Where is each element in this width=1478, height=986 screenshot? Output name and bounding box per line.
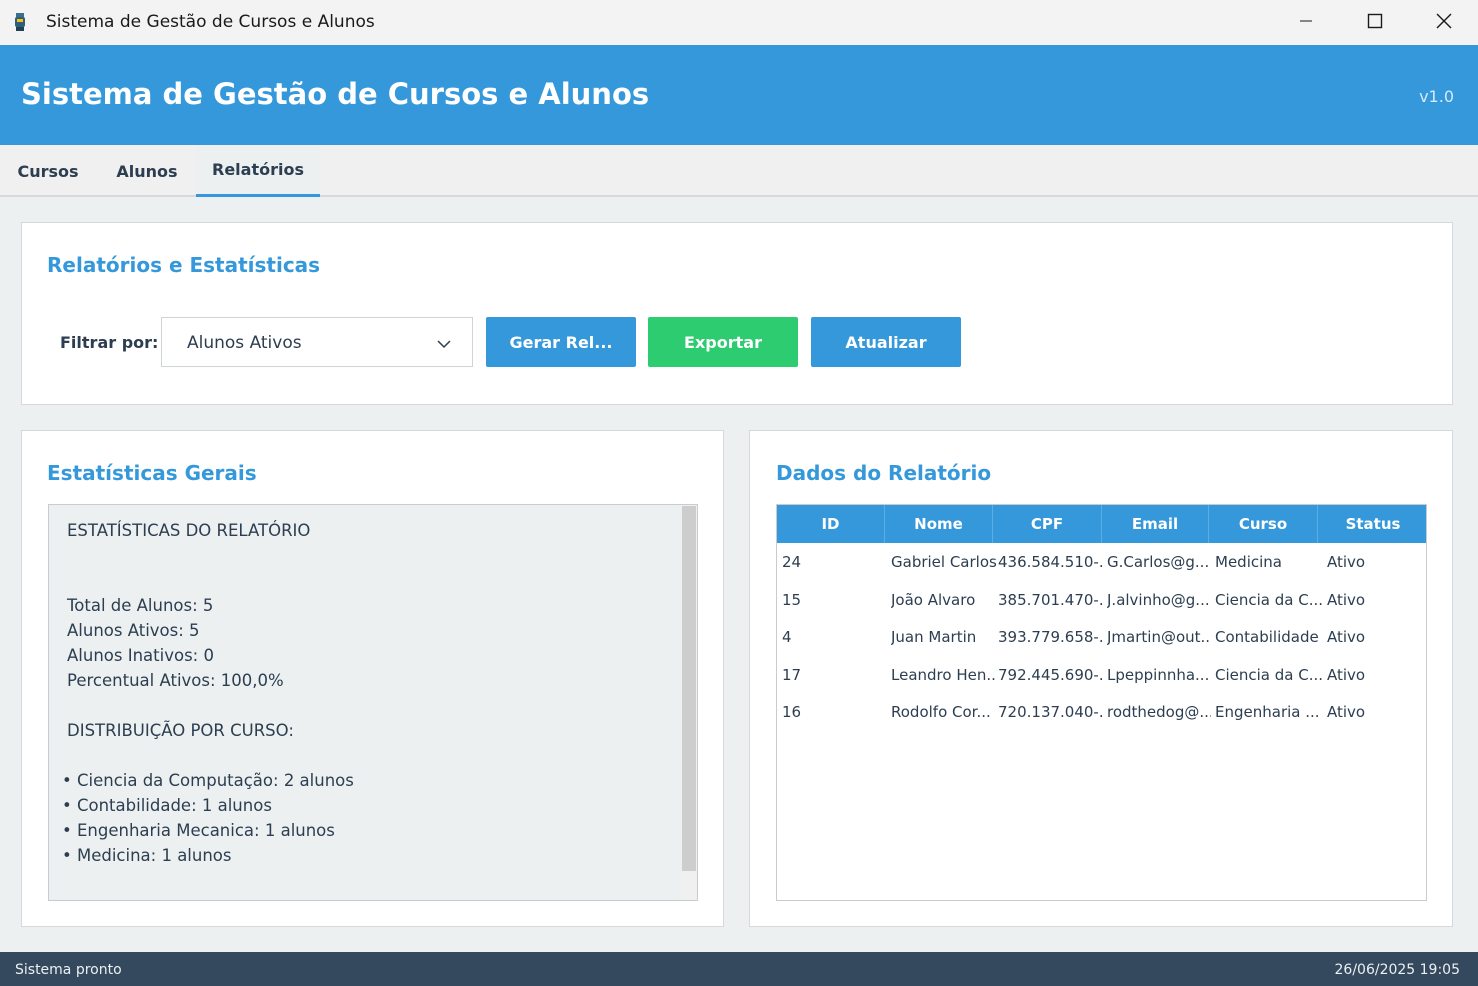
statistics-title: Estatísticas Gerais — [47, 461, 257, 485]
cell-curso: Engenharia ... — [1215, 702, 1320, 721]
statistics-scrollbar[interactable] — [681, 505, 697, 900]
cell-nome: Juan Martin — [891, 627, 977, 646]
cell-curso: Medicina — [1215, 552, 1282, 571]
column-header-status[interactable]: Status — [1318, 505, 1426, 543]
minimize-icon — [1299, 13, 1313, 32]
cell-email: G.Carlos@g... — [1107, 552, 1210, 571]
statistics-panel: Estatísticas Gerais ESTATÍSTICAS DO RELA… — [21, 430, 724, 927]
cell-email: Lpeppinnha... — [1107, 665, 1210, 684]
cell-id: 17 — [782, 665, 802, 684]
app-header: Sistema de Gestão de Cursos e Alunos v1.… — [0, 45, 1478, 145]
stats-distribution-heading: DISTRIBUIÇÃO POR CURSO: — [67, 721, 294, 740]
report-data-title: Dados do Relatório — [776, 461, 992, 485]
maximize-button[interactable] — [1340, 0, 1409, 45]
app-title: Sistema de Gestão de Cursos e Alunos — [21, 77, 650, 111]
generate-report-button[interactable]: Gerar Rel... — [486, 317, 636, 367]
stats-active: Alunos Ativos: 5 — [67, 621, 200, 640]
table-row[interactable]: 16 Rodolfo Cor... 720.137.040-... rodthedog… — [777, 693, 1426, 730]
cell-cpf: 720.137.040-... — [998, 702, 1103, 721]
report-table: ID Nome CPF Email Curso Status 24 Gabriel… — [776, 504, 1427, 901]
export-button[interactable]: Exportar — [648, 317, 798, 367]
column-header-email[interactable]: Email — [1102, 505, 1209, 543]
close-icon — [1436, 13, 1452, 33]
cell-email: J.alvinho@g... — [1107, 590, 1210, 609]
report-controls-panel: Relatórios e Estatísticas Filtrar por: A… — [21, 222, 1453, 405]
filter-select[interactable]: Alunos Ativos — [161, 317, 473, 367]
column-header-id[interactable]: ID — [777, 505, 885, 543]
table-row[interactable]: 15 João Alvaro 385.701.470-... J.alvinho@g.… — [777, 581, 1426, 618]
cell-curso: Ciencia da C... — [1215, 590, 1323, 609]
stats-total: Total de Alunos: 5 — [67, 596, 214, 615]
minimize-button[interactable] — [1271, 0, 1340, 45]
cell-email: rodthedog@... — [1107, 702, 1211, 721]
refresh-button[interactable]: Atualizar — [811, 317, 961, 367]
tab-cursos[interactable]: Cursos — [0, 145, 96, 197]
table-row[interactable]: 17 Leandro Hen... 792.445.690-... Lpeppinnh… — [777, 656, 1426, 693]
window-titlebar: Sistema de Gestão de Cursos e Alunos — [0, 0, 1478, 45]
app-icon — [12, 12, 28, 32]
cell-curso: Contabilidade — [1215, 627, 1319, 646]
status-datetime: 26/06/2025 19:05 — [1334, 962, 1461, 978]
stats-course-item: • Contabilidade: 1 alunos — [62, 796, 272, 815]
statistics-textarea[interactable]: ESTATÍSTICAS DO RELATÓRIO Total de Aluno… — [48, 504, 698, 901]
column-header-curso[interactable]: Curso — [1209, 505, 1318, 543]
close-button[interactable] — [1409, 0, 1478, 45]
cell-email: Jmartin@out... — [1107, 627, 1211, 646]
cell-id: 16 — [782, 702, 802, 721]
tab-alunos[interactable]: Alunos — [96, 145, 198, 197]
stats-course-item: • Ciencia da Computação: 2 alunos — [62, 771, 354, 790]
cell-status: Ativo — [1327, 590, 1366, 609]
cell-cpf: 436.584.510-... — [998, 552, 1103, 571]
column-header-nome[interactable]: Nome — [885, 505, 993, 543]
cell-cpf: 393.779.658-... — [998, 627, 1103, 646]
cell-id: 24 — [782, 552, 802, 571]
cell-status: Ativo — [1327, 702, 1366, 721]
cell-nome: Leandro Hen... — [891, 665, 996, 684]
table-row[interactable]: 4 Juan Martin 393.779.658-... Jmartin@out..… — [777, 618, 1426, 655]
status-bar: Sistema pronto 26/06/2025 19:05 — [0, 952, 1478, 986]
cell-status: Ativo — [1327, 627, 1366, 646]
filter-label: Filtrar por: — [60, 333, 159, 352]
stats-heading: ESTATÍSTICAS DO RELATÓRIO — [67, 521, 311, 540]
status-message: Sistema pronto — [15, 962, 122, 978]
maximize-icon — [1367, 13, 1383, 33]
scrollbar-thumb[interactable] — [682, 506, 696, 871]
filter-select-value: Alunos Ativos — [187, 333, 302, 353]
table-row[interactable]: 24 Gabriel Carlos 436.584.510-... G.Carlos@… — [777, 543, 1426, 580]
window-title: Sistema de Gestão de Cursos e Alunos — [46, 12, 375, 32]
column-header-cpf[interactable]: CPF — [993, 505, 1102, 543]
tab-bar: Cursos Alunos Relatórios — [0, 145, 1478, 197]
stats-course-item: • Medicina: 1 alunos — [62, 846, 232, 865]
statistics-content: ESTATÍSTICAS DO RELATÓRIO Total de Aluno… — [49, 505, 681, 900]
cell-nome: João Alvaro — [891, 590, 976, 609]
cell-status: Ativo — [1327, 665, 1366, 684]
report-controls-title: Relatórios e Estatísticas — [47, 253, 321, 277]
cell-id: 15 — [782, 590, 802, 609]
stats-percent: Percentual Ativos: 100,0% — [67, 671, 284, 690]
stats-inactive: Alunos Inativos: 0 — [67, 646, 214, 665]
app-version: v1.0 — [1419, 87, 1454, 106]
cell-nome: Rodolfo Cor... — [891, 702, 991, 721]
cell-id: 4 — [782, 627, 792, 646]
chevron-down-icon — [436, 335, 452, 354]
tab-relatorios[interactable]: Relatórios — [196, 145, 320, 197]
cell-curso: Ciencia da C... — [1215, 665, 1323, 684]
cell-nome: Gabriel Carlos — [891, 552, 996, 571]
report-data-panel: Dados do Relatório ID Nome CPF Email Cur… — [749, 430, 1453, 927]
cell-cpf: 792.445.690-... — [998, 665, 1103, 684]
cell-status: Ativo — [1327, 552, 1366, 571]
cell-cpf: 385.701.470-... — [998, 590, 1103, 609]
stats-course-item: • Engenharia Mecanica: 1 alunos — [62, 821, 335, 840]
table-header: ID Nome CPF Email Curso Status — [777, 505, 1426, 543]
